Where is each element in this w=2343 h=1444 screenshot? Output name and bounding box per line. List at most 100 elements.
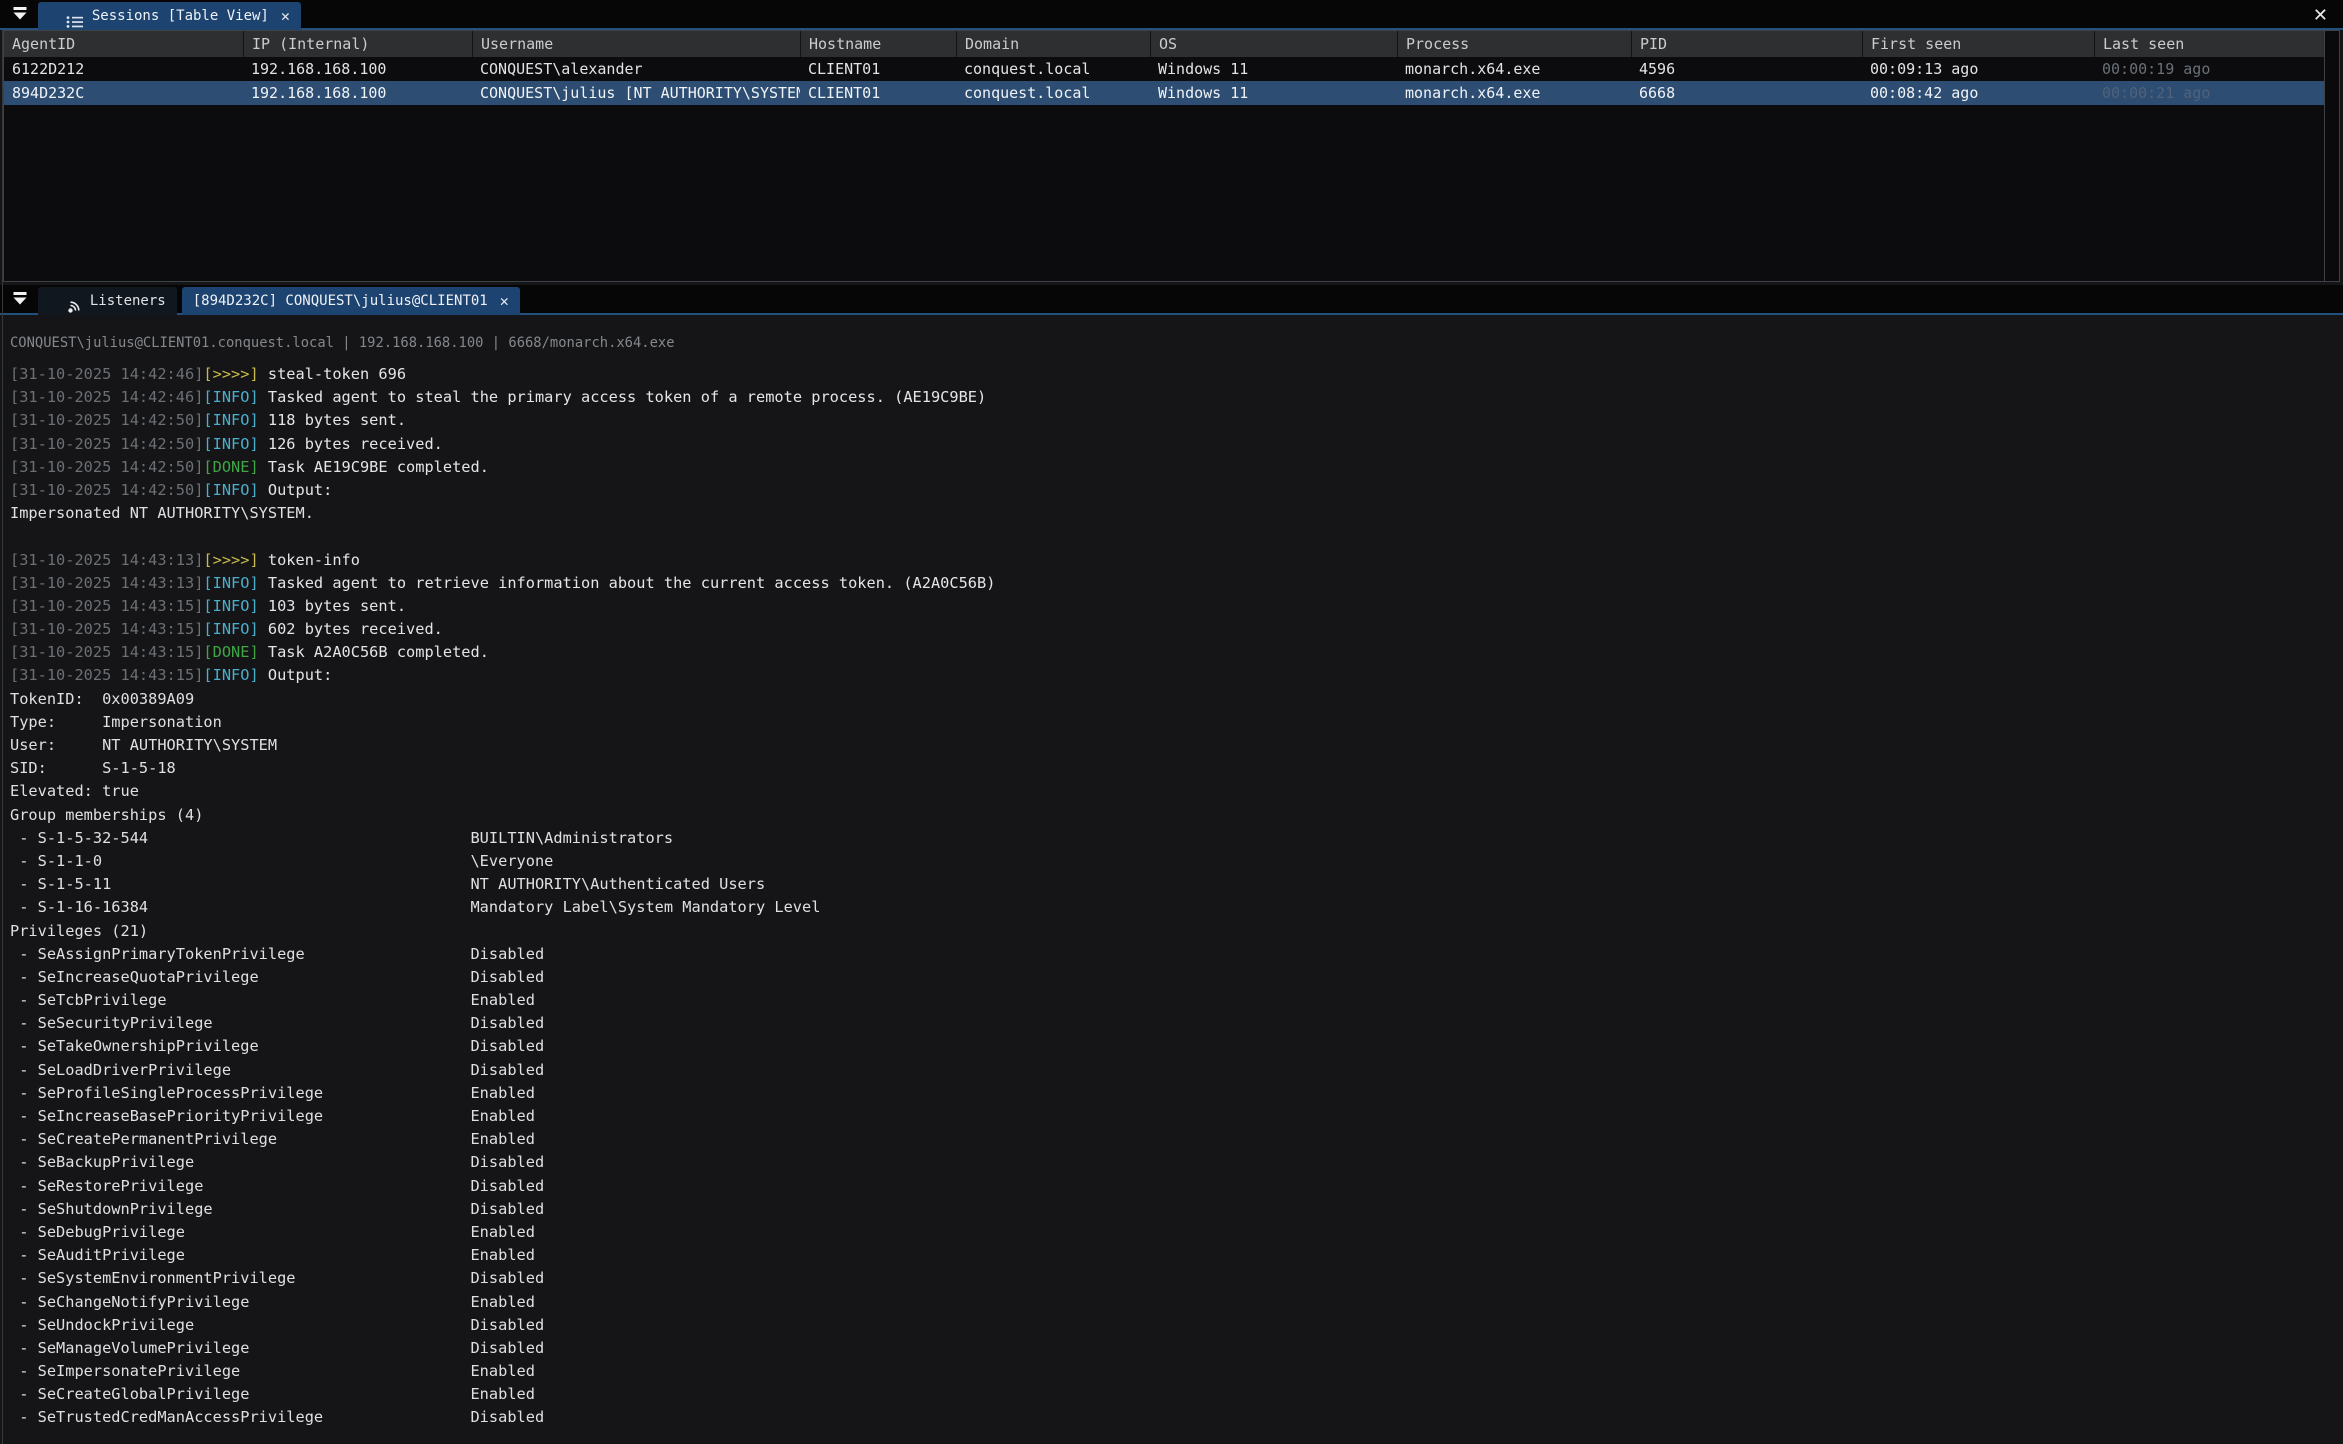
- console-line: [31-10-2025 14:42:50][INFO] 118 bytes se…: [10, 409, 2343, 432]
- tab-close-icon[interactable]: ✕: [281, 7, 290, 25]
- console-tabs: Listeners [894D232C] CONQUEST\julius@CLIE…: [38, 287, 525, 315]
- console-line: [31-10-2025 14:43:15][INFO] 103 bytes se…: [10, 595, 2343, 618]
- console-line: [31-10-2025 14:43:13][>>>>] token-info: [10, 549, 2343, 572]
- cell-last-seen: 00:00:21 ago: [2094, 81, 2324, 105]
- console-line: - SeProfileSingleProcessPrivilege Enable…: [10, 1082, 2343, 1105]
- console-line: - SeManageVolumePrivilege Disabled: [10, 1337, 2343, 1360]
- sessions-table-header: AgentIDIP (Internal)UsernameHostnameDoma…: [4, 31, 2324, 57]
- cell-first-seen: 00:09:13 ago: [1862, 57, 2094, 81]
- cell-domain: conquest.local: [956, 57, 1150, 81]
- sessions-table: AgentIDIP (Internal)UsernameHostnameDoma…: [3, 30, 2340, 282]
- console-line: - SeAssignPrimaryTokenPrivilege Disabled: [10, 943, 2343, 966]
- tab-session-894d232c[interactable]: [894D232C] CONQUEST\julius@CLIENT01 ✕: [182, 287, 520, 315]
- tab-sessions-table-view[interactable]: Sessions [Table View] ✕: [38, 2, 301, 30]
- console-line: Privileges (21): [10, 920, 2343, 943]
- console-line: - SeSystemEnvironmentPrivilege Disabled: [10, 1267, 2343, 1290]
- cell-agentid: 6122D212: [4, 57, 243, 81]
- cell-os: Windows 11: [1150, 57, 1397, 81]
- session-row-894d232c[interactable]: 894D232C192.168.168.100CONQUEST\julius […: [4, 81, 2324, 105]
- cell-hostname: CLIENT01: [800, 81, 956, 105]
- console-line: [31-10-2025 14:43:15][DONE] Task A2A0C56…: [10, 641, 2343, 664]
- cell-ip-internal: 192.168.168.100: [243, 57, 472, 81]
- column-header-os[interactable]: OS: [1150, 31, 1397, 57]
- console-tabbar: Listeners [894D232C] CONQUEST\julius@CLIE…: [0, 285, 2343, 315]
- cell-pid: 6668: [1631, 81, 1862, 105]
- tab-close-icon[interactable]: ✕: [500, 292, 509, 310]
- console-line: - SeUndockPrivilege Disabled: [10, 1314, 2343, 1337]
- column-header-last-seen[interactable]: Last seen: [2094, 31, 2324, 57]
- tab-label: [894D232C] CONQUEST\julius@CLIENT01: [193, 293, 488, 309]
- console-line: - SeImpersonatePrivilege Enabled: [10, 1360, 2343, 1383]
- console-line: - S-1-5-11 NT AUTHORITY\Authenticated Us…: [10, 873, 2343, 896]
- console-line: - SeIncreaseBasePriorityPrivilege Enable…: [10, 1105, 2343, 1128]
- console-line: - SeTakeOwnershipPrivilege Disabled: [10, 1035, 2343, 1058]
- console-line: - SeTrustedCredManAccessPrivilege Disabl…: [10, 1406, 2343, 1429]
- column-header-domain[interactable]: Domain: [956, 31, 1150, 57]
- console-line: - SeSecurityPrivilege Disabled: [10, 1012, 2343, 1035]
- console-line: SID: S-1-5-18: [10, 757, 2343, 780]
- console-line: - SeIncreaseQuotaPrivilege Disabled: [10, 966, 2343, 989]
- filter-icon[interactable]: [6, 288, 34, 312]
- console-output[interactable]: [31-10-2025 14:42:46][>>>>] steal-token …: [10, 363, 2343, 1430]
- console-line: - SeCreatePermanentPrivilege Enabled: [10, 1128, 2343, 1151]
- console-line: - SeLoadDriverPrivilege Disabled: [10, 1059, 2343, 1082]
- cell-pid: 4596: [1631, 57, 1862, 81]
- table-list-icon: [49, 0, 84, 33]
- console-line: Group memberships (4): [10, 804, 2343, 827]
- table-scrollbar[interactable]: [2324, 31, 2339, 281]
- console-line: - S-1-5-32-544 BUILTIN\Administrators: [10, 827, 2343, 850]
- console-line: Impersonated NT AUTHORITY\SYSTEM.: [10, 502, 2343, 525]
- filter-icon[interactable]: [6, 3, 34, 27]
- sessions-panel: Sessions [Table View] ✕ ✕ AgentIDIP (Int…: [0, 0, 2343, 282]
- cell-process: monarch.x64.exe: [1397, 57, 1631, 81]
- console-line: - SeBackupPrivilege Disabled: [10, 1151, 2343, 1174]
- console-line: - SeCreateGlobalPrivilege Enabled: [10, 1383, 2343, 1406]
- column-header-process[interactable]: Process: [1397, 31, 1631, 57]
- cell-ip-internal: 192.168.168.100: [243, 81, 472, 105]
- listener-icon: [49, 283, 82, 319]
- console-line: [31-10-2025 14:42:50][INFO] Output:: [10, 479, 2343, 502]
- cell-process: monarch.x64.exe: [1397, 81, 1631, 105]
- cell-domain: conquest.local: [956, 81, 1150, 105]
- console-line: TokenID: 0x00389A09: [10, 688, 2343, 711]
- cell-first-seen: 00:08:42 ago: [1862, 81, 2094, 105]
- console-line: [31-10-2025 14:43:15][INFO] 602 bytes re…: [10, 618, 2343, 641]
- session-row-6122d212[interactable]: 6122D212192.168.168.100CONQUEST\alexande…: [4, 57, 2324, 81]
- console-line: Elevated: true: [10, 780, 2343, 803]
- console-line: Type: Impersonation: [10, 711, 2343, 734]
- cell-os: Windows 11: [1150, 81, 1397, 105]
- column-header-ip-internal[interactable]: IP (Internal): [243, 31, 472, 57]
- tab-label: Listeners: [90, 293, 166, 309]
- tab-label: Sessions [Table View]: [92, 8, 269, 24]
- console-line: - SeAuditPrivilege Enabled: [10, 1244, 2343, 1267]
- console-line: - S-1-16-16384 Mandatory Label\System Ma…: [10, 896, 2343, 919]
- column-header-username[interactable]: Username: [472, 31, 800, 57]
- console-line: - SeRestorePrivilege Disabled: [10, 1175, 2343, 1198]
- sessions-tabbar: Sessions [Table View] ✕ ✕: [0, 0, 2343, 30]
- cell-username: CONQUEST\alexander: [472, 57, 800, 81]
- cell-hostname: CLIENT01: [800, 57, 956, 81]
- cell-agentid: 894D232C: [4, 81, 243, 105]
- column-header-hostname[interactable]: Hostname: [800, 31, 956, 57]
- console-line: - SeChangeNotifyPrivilege Enabled: [10, 1291, 2343, 1314]
- console-line: [31-10-2025 14:43:15][INFO] Output:: [10, 664, 2343, 687]
- console-line: - S-1-1-0 \Everyone: [10, 850, 2343, 873]
- column-header-agentid[interactable]: AgentID: [4, 31, 243, 57]
- console-line: User: NT AUTHORITY\SYSTEM: [10, 734, 2343, 757]
- console-line: [31-10-2025 14:43:13][INFO] Tasked agent…: [10, 572, 2343, 595]
- console-panel: Listeners [894D232C] CONQUEST\julius@CLIE…: [0, 285, 2343, 1430]
- cell-username: CONQUEST\julius [NT AUTHORITY\SYSTEM]: [472, 81, 800, 105]
- console-line: [31-10-2025 14:42:50][DONE] Task AE19C9B…: [10, 456, 2343, 479]
- tab-listeners[interactable]: Listeners: [38, 287, 177, 315]
- sessions-table-body: 6122D212192.168.168.100CONQUEST\alexande…: [4, 57, 2339, 105]
- column-header-pid[interactable]: PID: [1631, 31, 1862, 57]
- column-header-first-seen[interactable]: First seen: [1862, 31, 2094, 57]
- window-close-icon[interactable]: ✕: [2307, 2, 2334, 28]
- session-status-line: CONQUEST\julius@CLIENT01.conquest.local …: [10, 333, 2343, 353]
- console-line: - SeDebugPrivilege Enabled: [10, 1221, 2343, 1244]
- console-line: [31-10-2025 14:42:50][INFO] 126 bytes re…: [10, 433, 2343, 456]
- console-line: [10, 525, 2343, 548]
- console-line: - SeShutdownPrivilege Disabled: [10, 1198, 2343, 1221]
- cell-last-seen: 00:00:19 ago: [2094, 57, 2324, 81]
- console-line: - SeTcbPrivilege Enabled: [10, 989, 2343, 1012]
